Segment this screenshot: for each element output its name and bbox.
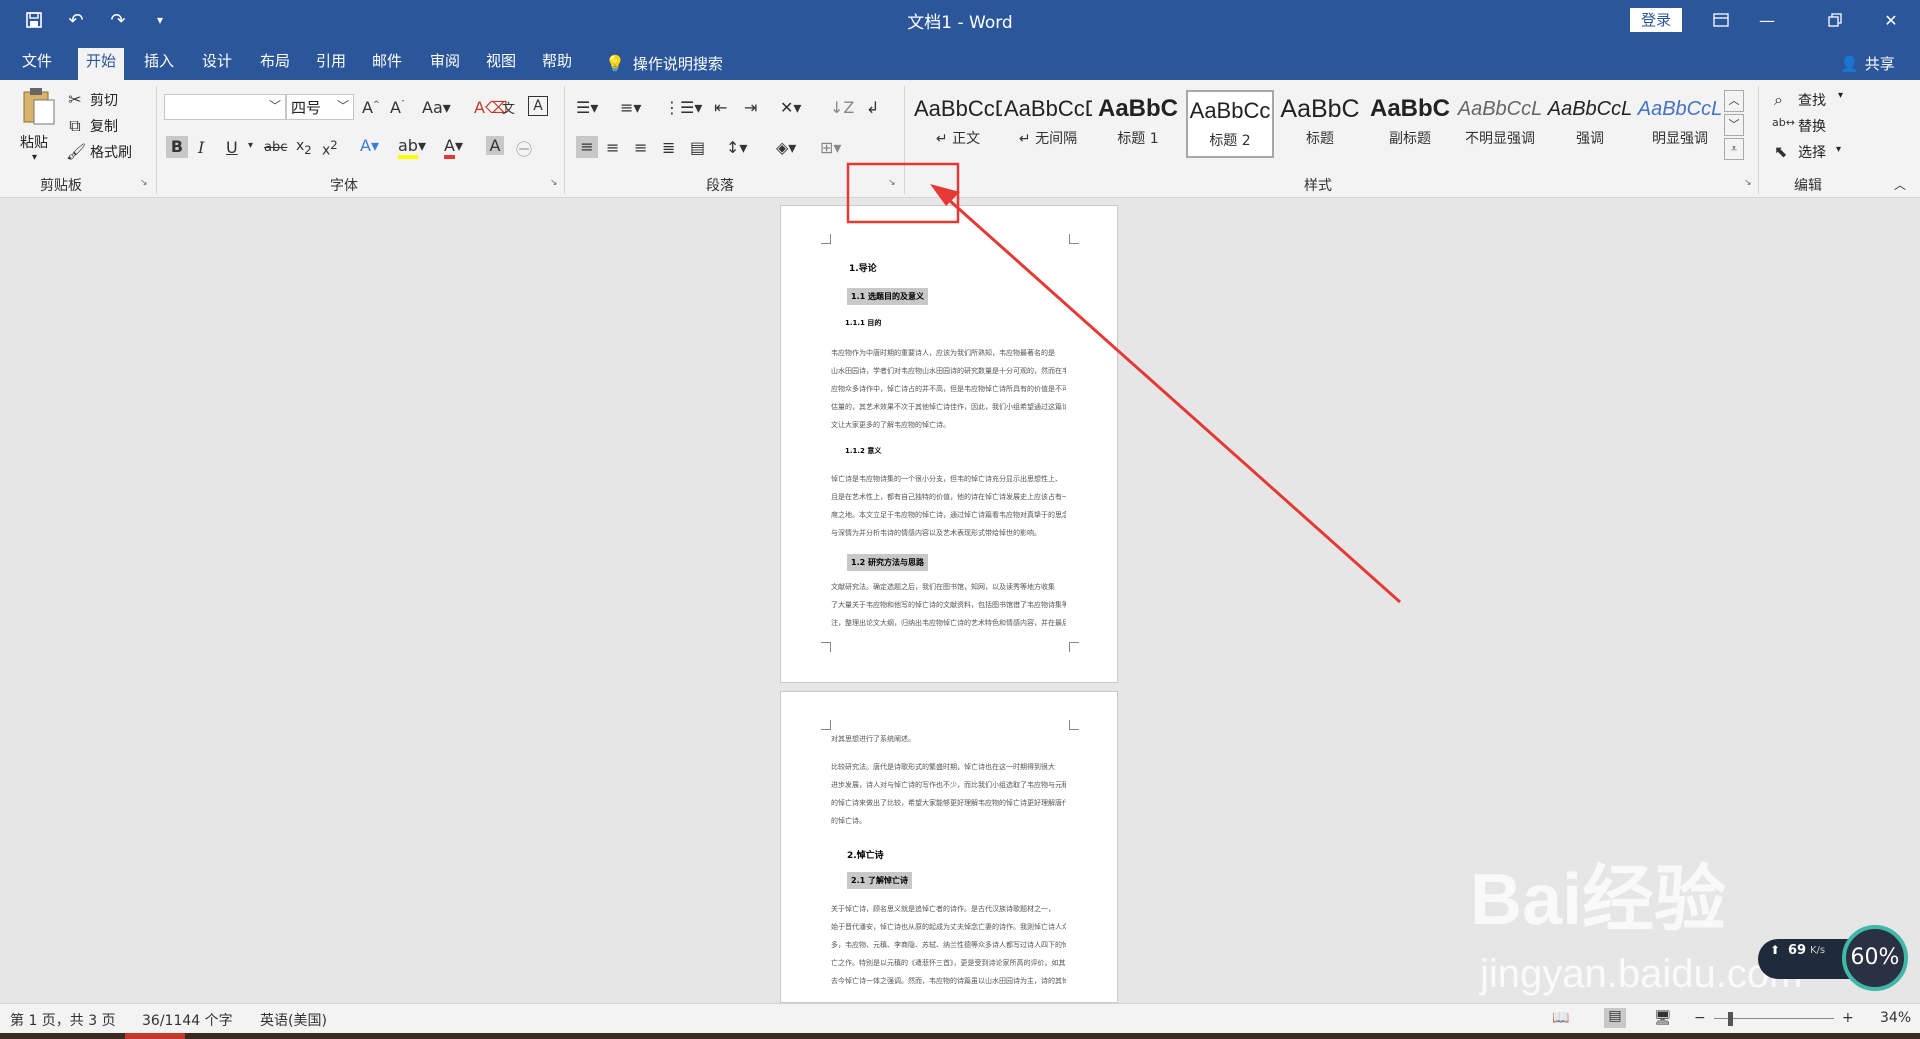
speed-unit: K/s <box>1810 945 1826 956</box>
upload-arrow-icon: ⬆ <box>1770 943 1781 957</box>
zoom-level[interactable]: 34% <box>1880 1010 1911 1026</box>
annotation-arrowhead <box>930 184 960 206</box>
zoom-out-icon[interactable]: − <box>1694 1010 1706 1026</box>
language-indicator[interactable]: 英语(美国) <box>260 1010 327 1030</box>
watermark-brand: Bai经验 <box>1470 860 1727 940</box>
read-mode-icon[interactable]: 📖 <box>1552 1010 1569 1026</box>
watermark-url: jingyan.baidu.com <box>1480 952 1803 996</box>
print-layout-icon[interactable]: ▤ <box>1604 1008 1626 1028</box>
taskbar-strip <box>0 1033 1920 1039</box>
speed-value: 69 <box>1788 943 1807 958</box>
page-count[interactable]: 第 1 页，共 3 页 <box>10 1010 116 1030</box>
zoom-slider-thumb[interactable] <box>1728 1012 1733 1026</box>
word-count[interactable]: 36/1144 个字 <box>142 1010 233 1030</box>
cpu-gauge: 60% <box>1842 925 1908 991</box>
network-speed-widget[interactable]: ⬆ 69 K/s 60% <box>1758 925 1910 995</box>
web-layout-icon[interactable]: 🖥 <box>1654 1010 1672 1026</box>
taskbar-active-indicator <box>125 1033 185 1039</box>
status-bar: 第 1 页，共 3 页 36/1144 个字 英语(美国) 📖 ▤ 🖥 − + … <box>0 1003 1920 1033</box>
annotation-arrow <box>939 190 1401 604</box>
zoom-in-icon[interactable]: + <box>1842 1010 1854 1026</box>
